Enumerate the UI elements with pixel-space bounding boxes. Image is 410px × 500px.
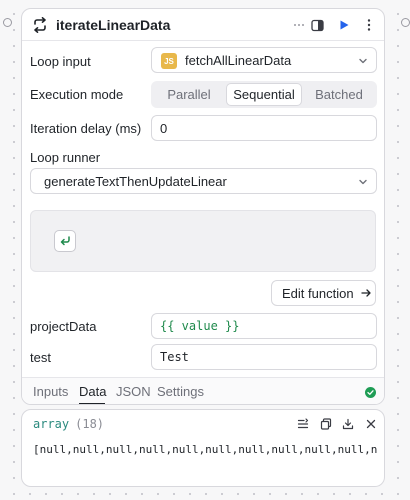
panel-toggle-icon (310, 19, 324, 31)
arrow-right-icon (360, 289, 371, 297)
iteration-delay-label: Iteration delay (ms) (30, 121, 142, 136)
more-menu-button[interactable] (359, 15, 379, 35)
dots-icon (294, 24, 304, 26)
loop-node: iterateLinearData Loop input JS fetchAll… (21, 8, 385, 405)
output-value: [null,null,null,null,null,null,null,null… (33, 443, 378, 456)
success-status-icon (365, 387, 376, 398)
panel-toggle-button[interactable] (307, 15, 327, 35)
loop-runner-select[interactable]: generateTextThenUpdateLinear (30, 168, 377, 194)
field-label-projectdata: projectData (30, 319, 97, 334)
output-handle[interactable] (401, 18, 410, 27)
input-handle[interactable] (3, 18, 12, 27)
close-icon[interactable] (365, 418, 377, 430)
play-icon (340, 20, 349, 30)
projectdata-input[interactable]: {{ value }} (151, 313, 377, 339)
run-button[interactable] (334, 15, 354, 35)
edit-function-label: Edit function (282, 285, 354, 301)
mode-parallel[interactable]: Parallel (153, 83, 225, 106)
active-tab-indicator (79, 403, 105, 404)
loop-runner-preview (30, 210, 376, 272)
loop-input-value: fetchAllLinearData (185, 53, 292, 68)
output-count: (18) (75, 417, 105, 431)
edit-function-button[interactable]: Edit function (271, 280, 376, 306)
mode-batched[interactable]: Batched (303, 83, 375, 106)
execution-mode-toggle: Parallel Sequential Batched (151, 81, 377, 108)
tab-data[interactable]: Data (79, 384, 106, 399)
field-label-test: test (30, 350, 51, 365)
drag-handle-button[interactable] (289, 15, 309, 35)
return-icon[interactable] (54, 230, 76, 252)
loop-input-select[interactable]: JS fetchAllLinearData (151, 47, 377, 73)
loop-runner-label: Loop runner (30, 150, 101, 165)
output-panel: array (18) [null,null,null,null,null,null… (21, 409, 385, 487)
tab-inputs[interactable]: Inputs (33, 384, 68, 399)
chevron-down-icon (359, 179, 367, 185)
output-type: array (18) (33, 417, 104, 431)
node-header: iterateLinearData (22, 9, 384, 41)
chevron-down-icon (359, 58, 367, 64)
loop-input-label: Loop input (30, 54, 91, 69)
mode-sequential[interactable]: Sequential (226, 83, 302, 106)
output-type-label: array (33, 417, 70, 431)
wrap-lines-icon[interactable] (297, 418, 309, 430)
copy-icon[interactable] (320, 418, 332, 430)
node-tabs: Inputs Data JSON Settings (22, 377, 384, 404)
tab-json[interactable]: JSON (116, 384, 151, 399)
execution-mode-label: Execution mode (30, 87, 124, 102)
node-title: iterateLinearData (56, 17, 171, 33)
iteration-delay-input[interactable]: 0 (151, 115, 377, 141)
js-badge-icon: JS (161, 53, 177, 69)
tab-settings[interactable]: Settings (157, 384, 204, 399)
loop-runner-value: generateTextThenUpdateLinear (44, 174, 227, 189)
test-input[interactable]: Test (151, 344, 377, 370)
more-vertical-icon (367, 19, 371, 31)
download-icon[interactable] (342, 418, 354, 430)
loop-arrow-icon (34, 17, 46, 33)
